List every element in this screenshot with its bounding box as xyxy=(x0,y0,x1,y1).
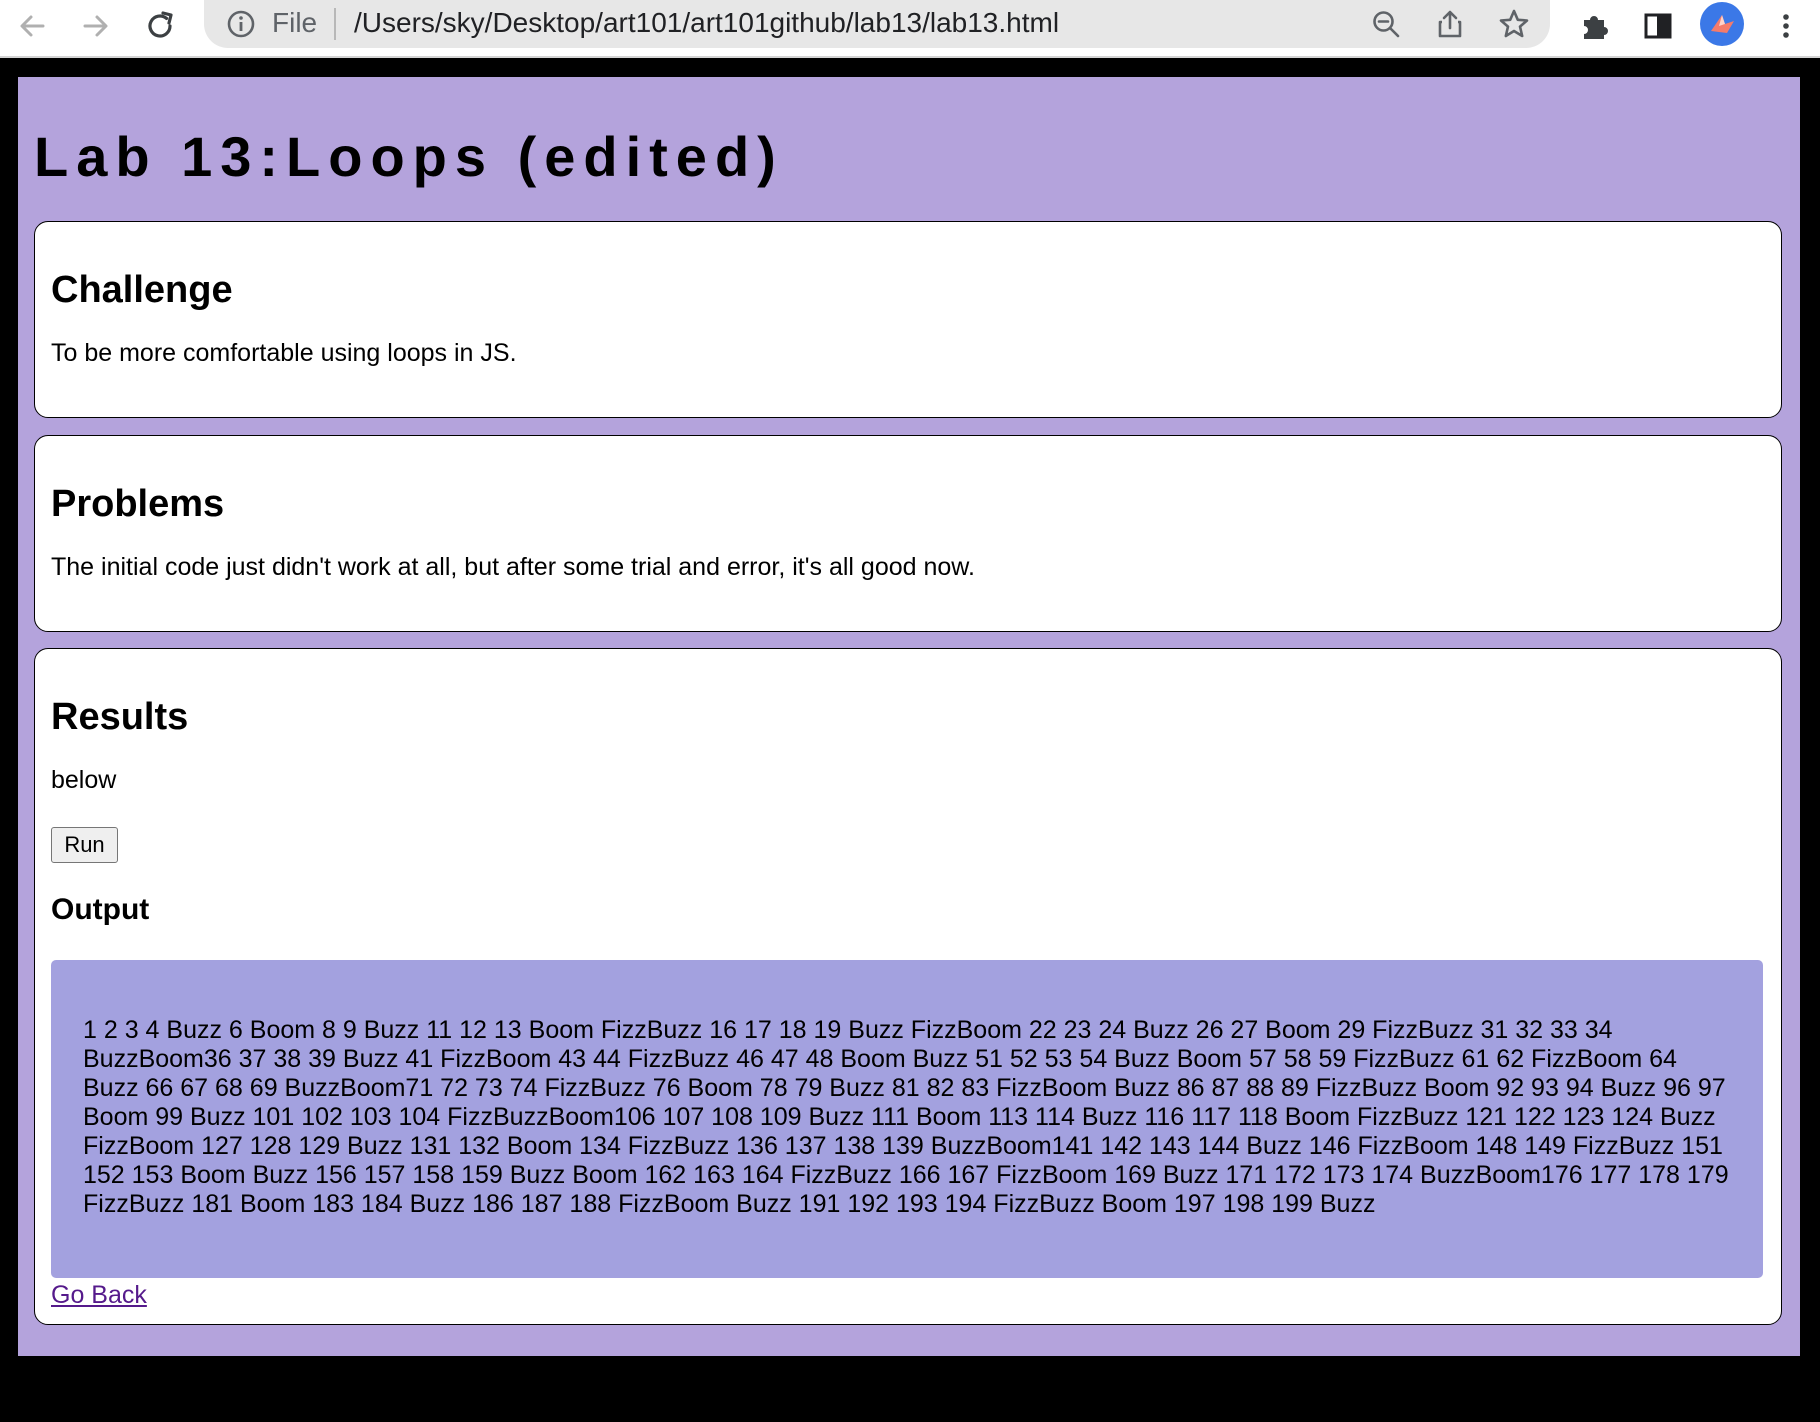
challenge-section: Challenge To be more comfortable using l… xyxy=(34,221,1782,418)
challenge-text: To be more comfortable using loops in JS… xyxy=(51,339,517,367)
side-panel-icon[interactable] xyxy=(1636,4,1680,48)
browser-toolbar: File /Users/sky/Desktop/art101/art101git… xyxy=(0,0,1820,58)
address-separator xyxy=(334,8,336,40)
menu-icon[interactable] xyxy=(1764,4,1808,48)
url-text[interactable]: /Users/sky/Desktop/art101/art101github/l… xyxy=(354,6,1059,40)
go-back-link[interactable]: Go Back xyxy=(51,1280,147,1310)
bookmark-star-icon[interactable] xyxy=(1496,6,1532,42)
output-text: 1 2 3 4 Buzz 6 Boom 8 9 Buzz 11 12 13 Bo… xyxy=(83,1016,1729,1218)
page-body: Lab 13:Loops (edited) Challenge To be mo… xyxy=(18,77,1800,1356)
back-icon[interactable] xyxy=(10,4,54,48)
output-box: 1 2 3 4 Buzz 6 Boom 8 9 Buzz 11 12 13 Bo… xyxy=(51,960,1763,1278)
results-heading: Results xyxy=(51,696,189,738)
page-title: Lab 13:Loops (edited) xyxy=(34,125,784,188)
challenge-heading: Challenge xyxy=(51,269,233,311)
profile-avatar[interactable] xyxy=(1700,2,1744,46)
share-icon[interactable] xyxy=(1432,6,1468,42)
problems-section: Problems The initial code just didn't wo… xyxy=(34,435,1782,632)
reload-icon[interactable] xyxy=(138,4,182,48)
run-button[interactable]: Run xyxy=(51,827,118,863)
results-text: below xyxy=(51,766,117,794)
profile-bird-icon xyxy=(1711,15,1734,33)
zoom-out-icon[interactable] xyxy=(1368,6,1404,42)
output-heading: Output xyxy=(51,893,150,926)
address-bar[interactable]: File /Users/sky/Desktop/art101/art101git… xyxy=(204,0,1550,48)
forward-icon[interactable] xyxy=(74,4,118,48)
results-section: Results below Run Output 1 2 3 4 Buzz 6 … xyxy=(34,648,1782,1325)
file-label: File xyxy=(272,7,318,38)
extensions-icon[interactable] xyxy=(1572,4,1616,48)
problems-heading: Problems xyxy=(51,483,225,525)
info-icon[interactable] xyxy=(226,9,256,39)
problems-text: The initial code just didn't work at all… xyxy=(51,553,975,581)
